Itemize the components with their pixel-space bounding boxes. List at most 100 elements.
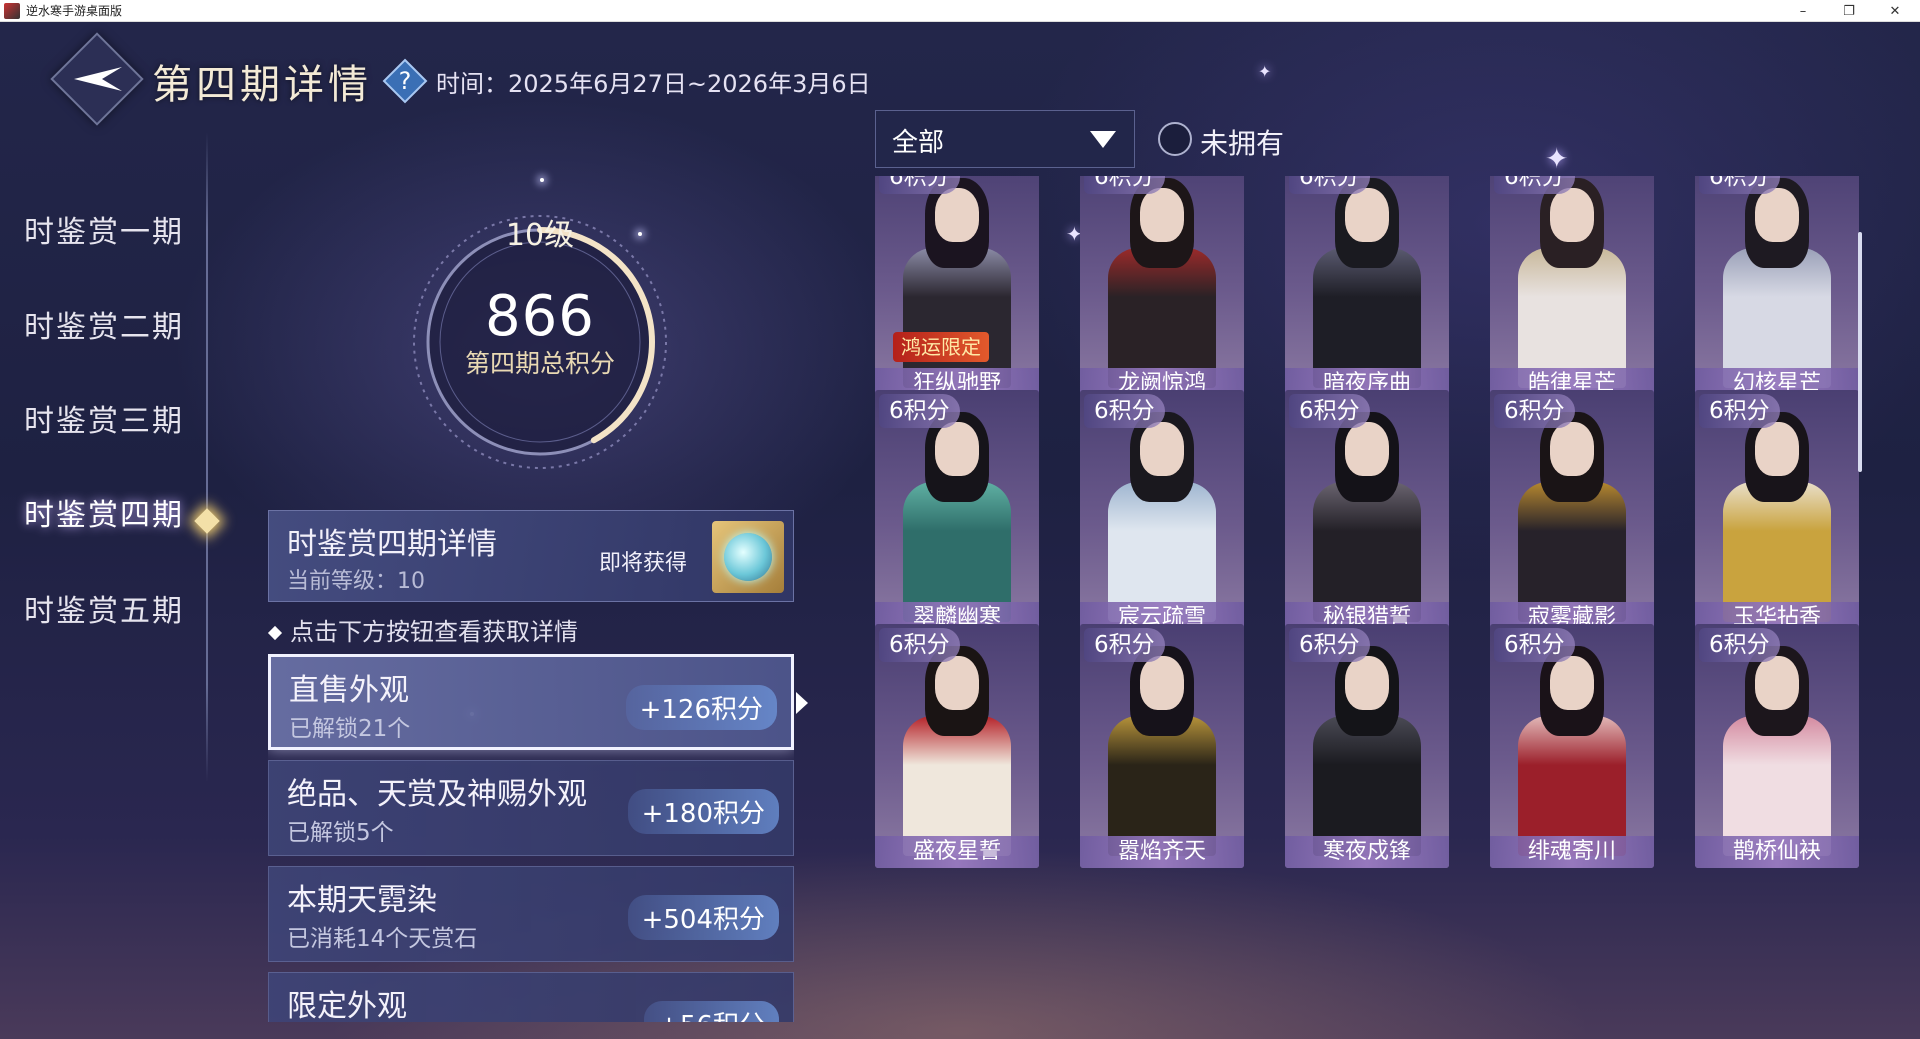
outfit-figure: [1313, 716, 1421, 856]
game-stage: ✦ ✦ ✦ 第四期详情 ? 时间：2025年6月27日~2026年3月6日 时鉴…: [0, 22, 1920, 1039]
svg-text:?: ?: [399, 67, 412, 95]
outfit-points: 6积分: [1084, 176, 1165, 194]
page-title: 第四期详情: [152, 62, 372, 108]
outfit-figure: [1108, 716, 1216, 856]
outfit-card[interactable]: 6积分 翠麟幽寒: [875, 390, 1039, 634]
nav-item-period-5[interactable]: 时鉴赏五期: [24, 586, 184, 630]
category-dye[interactable]: 本期天霓染 已消耗14个天赏石 +504积分: [268, 866, 794, 962]
filter-dropdown[interactable]: 全部: [875, 110, 1135, 168]
category-sub: 已解锁5个: [287, 820, 394, 846]
outfit-figure: [1723, 248, 1831, 388]
outfit-card[interactable]: 6积分嚣焰齐天: [1080, 624, 1244, 868]
close-button[interactable]: ✕: [1872, 0, 1918, 22]
outfit-card[interactable]: 6积分 玉华拈香: [1695, 390, 1859, 634]
outfit-card[interactable]: 6积分 皓律星芒: [1490, 176, 1654, 400]
reward-item-icon[interactable]: [712, 521, 784, 593]
window-titlebar: 逆水寒手游桌面版 – ❐ ✕: [0, 0, 1920, 22]
score-ring: 10级 866 第四期总积分: [390, 192, 690, 492]
window-title: 逆水寒手游桌面版: [26, 4, 123, 18]
grid-scrollbar[interactable]: [1858, 232, 1862, 472]
question-icon[interactable]: ?: [382, 58, 428, 104]
outfit-face: [1755, 656, 1799, 710]
outfit-figure: [1723, 482, 1831, 622]
outfit-points: 6积分: [879, 394, 960, 428]
restore-button[interactable]: ❐: [1826, 0, 1872, 22]
outfit-figure: [903, 482, 1011, 622]
app-icon: [4, 2, 20, 19]
outfit-points: 6积分: [879, 628, 960, 662]
outfit-face: [1140, 656, 1184, 710]
outfit-face: [1345, 188, 1389, 242]
category-name: 直售外观: [289, 673, 409, 708]
back-arrow-icon: [74, 67, 122, 91]
hint-text: 点击下方按钮查看获取详情: [267, 612, 578, 647]
outfit-card[interactable]: 6积分 盛夜星誓: [875, 624, 1039, 868]
nav-divider: [206, 132, 208, 782]
outfit-card[interactable]: 6积分 秘银猎誓: [1285, 390, 1449, 634]
outfit-face: [1550, 422, 1594, 476]
outfit-name: 嚣焰齐天: [1080, 836, 1244, 868]
category-points: +504积分: [627, 895, 779, 940]
total-score-label: 第四期总积分: [464, 349, 615, 378]
category-points: +56积分: [644, 1001, 779, 1022]
outfit-face: [1550, 656, 1594, 710]
outfit-points: 6积分: [1289, 628, 1370, 662]
sparkle-icon: ✦: [1258, 62, 1272, 81]
category-list: 直售外观 已解锁21个 +126积分 绝品、天赏及神赐外观 已解锁5个 +180…: [268, 654, 794, 1022]
outfit-figure: [1108, 482, 1216, 622]
outfit-card[interactable]: 6积分 宸云疏雪: [1080, 390, 1244, 634]
outfit-card[interactable]: 6积分 寒夜戍锋: [1285, 624, 1449, 868]
minimize-button[interactable]: –: [1780, 0, 1826, 22]
active-marker-icon: [194, 508, 220, 534]
outfit-card[interactable]: 6积分 寂雾藏影: [1490, 390, 1654, 634]
outfit-figure: [1723, 716, 1831, 856]
total-score: 866: [485, 284, 595, 349]
outfit-face: [935, 656, 979, 710]
outfit-points: 6积分: [879, 176, 960, 194]
outfit-face: [1755, 188, 1799, 242]
outfit-figure: [1518, 248, 1626, 388]
outfit-face: [1345, 422, 1389, 476]
detail-title: 时鉴赏四期详情: [287, 527, 497, 562]
category-sub: 已解锁21个: [289, 716, 411, 742]
current-level: 当前等级：10: [287, 569, 425, 594]
outfit-card[interactable]: 6积分 龙阙惊鸿: [1080, 176, 1244, 400]
category-direct-sale[interactable]: 直售外观 已解锁21个 +126积分: [268, 654, 794, 750]
filter-value: 全部: [892, 128, 945, 158]
outfit-figure: [1313, 482, 1421, 622]
selection-arrow-icon: [796, 692, 808, 714]
outfit-card[interactable]: 6积分 鸿运限定 狂纵驰野: [875, 176, 1039, 400]
chevron-down-icon: [1090, 131, 1116, 148]
outfit-points: 6积分: [1699, 176, 1780, 194]
outfit-points: 6积分: [1699, 628, 1780, 662]
outfit-points: 6积分: [1289, 394, 1370, 428]
outfit-name: 绯魂寄川: [1490, 836, 1654, 868]
outfit-figure: [1108, 248, 1216, 388]
unowned-radio[interactable]: [1158, 122, 1192, 156]
outfit-face: [1345, 656, 1389, 710]
outfit-points: 6积分: [1699, 394, 1780, 428]
outfit-figure: [1518, 482, 1626, 622]
nav-item-period-4[interactable]: 时鉴赏四期: [24, 490, 184, 534]
nav-item-period-1[interactable]: 时鉴赏一期: [24, 207, 184, 251]
outfit-figure: [1518, 716, 1626, 856]
outfit-points: 6积分: [1494, 394, 1575, 428]
outfit-face: [935, 188, 979, 242]
outfit-grid: 6积分 鸿运限定 狂纵驰野 6积分 龙阙惊鸿 6积分 暗夜序曲 6积分 皓律星芒 6积分 幻核星芒 6…: [875, 176, 1865, 1024]
outfit-card[interactable]: 6积分 暗夜序曲: [1285, 176, 1449, 400]
outfit-points: 6积分: [1084, 628, 1165, 662]
nav-item-period-3[interactable]: 时鉴赏三期: [24, 396, 184, 440]
period-text: 时间：2025年6月27日~2026年3月6日: [436, 70, 871, 98]
outfit-card[interactable]: 6积分 鹊桥仙袂: [1695, 624, 1859, 868]
nav-item-period-2[interactable]: 时鉴赏二期: [24, 302, 184, 346]
period-detail-panel[interactable]: 时鉴赏四期详情 当前等级：10 即将获得: [268, 510, 794, 602]
category-limited[interactable]: 限定外观 +56积分: [268, 972, 794, 1022]
outfit-card[interactable]: 6积分 幻核星芒: [1695, 176, 1859, 400]
category-points: +180积分: [627, 789, 779, 834]
outfit-face: [1755, 422, 1799, 476]
category-premium[interactable]: 绝品、天赏及神赐外观 已解锁5个 +180积分: [268, 760, 794, 856]
diamond-bullet-icon: [267, 625, 283, 641]
sparkle-icon: ✦: [1545, 142, 1569, 175]
unowned-label[interactable]: 未拥有: [1200, 122, 1284, 162]
outfit-card[interactable]: 6积分 绯魂寄川: [1490, 624, 1654, 868]
